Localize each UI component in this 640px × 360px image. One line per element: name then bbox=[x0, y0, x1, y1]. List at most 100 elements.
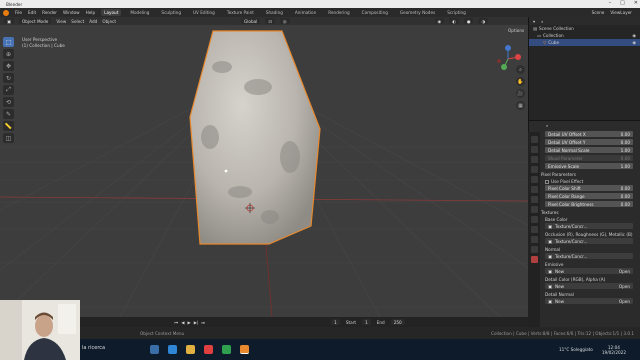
menu-select[interactable]: Select bbox=[71, 19, 84, 24]
outliner-filter-icon[interactable]: ▾ bbox=[533, 19, 535, 24]
emissive-texture[interactable]: ▣ New Open bbox=[545, 268, 633, 274]
transform-tool-icon[interactable]: ⟲ bbox=[3, 97, 14, 107]
tab-geometry-nodes[interactable]: Geometry Nodes bbox=[397, 9, 438, 16]
next-key-icon[interactable]: ▶| bbox=[194, 320, 199, 325]
visibility-eye-icon[interactable]: ◉ bbox=[632, 40, 636, 45]
store-icon[interactable] bbox=[222, 345, 231, 354]
normal-texture[interactable]: ▣ Texture/Concr... bbox=[545, 253, 633, 259]
tab-sculpting[interactable]: Sculpting bbox=[158, 9, 184, 16]
clock[interactable]: 12:04 19/02/2022 bbox=[602, 345, 626, 355]
pixel-color-range-field[interactable]: Pixel Color Range 0.00 bbox=[545, 193, 633, 199]
measure-tool-icon[interactable]: 📏 bbox=[3, 121, 14, 131]
detail-uv-offset-x-field[interactable]: Detail UV Offset X 0.00 bbox=[545, 131, 633, 137]
base-color-texture[interactable]: ▣ Texture/Concr... bbox=[545, 223, 633, 229]
menu-add[interactable]: Add bbox=[89, 19, 97, 24]
properties-search-input[interactable]: ⌕ bbox=[543, 122, 603, 129]
constraints-tab-icon[interactable] bbox=[530, 236, 538, 243]
outliner-collection[interactable]: ▭ Collection ◉ bbox=[529, 32, 640, 39]
use-pixel-effect-checkbox[interactable]: Use Pixel Effect bbox=[545, 178, 633, 185]
maximize-icon[interactable]: □ bbox=[620, 0, 625, 6]
menu-edit[interactable]: Edit bbox=[28, 10, 36, 15]
output-tab-icon[interactable] bbox=[530, 156, 538, 163]
tab-modeling[interactable]: Modeling bbox=[127, 9, 152, 16]
menu-window[interactable]: Window bbox=[63, 10, 80, 15]
scene-tab-icon[interactable] bbox=[530, 176, 538, 183]
snap-icon[interactable]: ⊡ bbox=[265, 18, 275, 24]
taskbar-search[interactable]: la ricerca bbox=[82, 345, 105, 351]
detail-normal-texture[interactable]: ▣ New Open bbox=[545, 298, 633, 304]
modifier-tab-icon[interactable] bbox=[530, 206, 538, 213]
proportional-edit-icon[interactable]: ◎ bbox=[279, 18, 290, 24]
tool-tab-icon[interactable] bbox=[530, 136, 538, 143]
jump-start-icon[interactable]: ⏮ bbox=[174, 320, 178, 325]
select-tool-icon[interactable]: ⬚ bbox=[3, 37, 14, 47]
detail-uv-offset-y-field[interactable]: Detail UV Offset Y 0.00 bbox=[545, 139, 633, 145]
overlays-icon[interactable]: ◐ bbox=[449, 18, 459, 24]
detail-normal-scale-field[interactable]: Detail Normal Scale 1.00 bbox=[545, 147, 633, 153]
data-tab-icon[interactable] bbox=[530, 246, 538, 253]
menu-object[interactable]: Object bbox=[102, 19, 116, 24]
3d-viewport[interactable]: ▣ Object Mode View Select Add Object Glo… bbox=[0, 17, 528, 317]
orm-texture[interactable]: ▣ Texture/Concr... bbox=[545, 238, 633, 244]
outliner-cube[interactable]: ▽ Cube ◉ bbox=[529, 39, 640, 46]
options-dropdown[interactable]: Options bbox=[508, 28, 524, 33]
material-tab-icon[interactable] bbox=[530, 256, 538, 263]
menu-render[interactable]: Render bbox=[42, 10, 57, 15]
play-icon[interactable]: ▶ bbox=[188, 320, 191, 325]
rotate-tool-icon[interactable]: ↻ bbox=[3, 73, 14, 83]
mode-selector[interactable]: Object Mode bbox=[18, 18, 52, 24]
task-view-icon[interactable] bbox=[150, 345, 159, 354]
menu-file[interactable]: File bbox=[15, 10, 22, 15]
tab-scripting[interactable]: Scripting bbox=[444, 9, 469, 16]
annotate-tool-icon[interactable]: ✎ bbox=[3, 109, 14, 119]
checkbox-icon[interactable] bbox=[545, 179, 549, 184]
detail-color-texture[interactable]: ▣ New Open bbox=[545, 283, 633, 289]
visibility-eye-icon[interactable]: ◉ bbox=[632, 33, 636, 38]
pixel-color-shift-field[interactable]: Pixel Color Shift 0.00 bbox=[545, 185, 633, 191]
chrome-icon[interactable] bbox=[204, 345, 213, 354]
emissive-scale-field[interactable]: Emissive Scale 1.00 bbox=[545, 163, 633, 169]
jump-end-icon[interactable]: ⏭ bbox=[201, 320, 205, 325]
open-button[interactable]: Open bbox=[619, 299, 630, 304]
object-tab-icon[interactable] bbox=[530, 196, 538, 203]
editor-type-icon[interactable]: ▣ bbox=[4, 18, 14, 24]
menu-help[interactable]: Help bbox=[86, 10, 96, 15]
prev-key-icon[interactable]: ◀ bbox=[181, 320, 184, 325]
current-frame-field[interactable]: 1 bbox=[331, 319, 340, 325]
blender-taskbar-icon[interactable] bbox=[240, 345, 249, 354]
open-button[interactable]: Open bbox=[619, 284, 630, 289]
scale-tool-icon[interactable]: ⤢ bbox=[3, 85, 14, 95]
camera-view-icon[interactable]: 🎥 bbox=[516, 89, 525, 98]
shading-solid-icon[interactable]: ● bbox=[463, 18, 474, 24]
tab-animation[interactable]: Animation bbox=[292, 9, 319, 16]
file-explorer-icon[interactable] bbox=[186, 345, 195, 354]
tab-texture-paint[interactable]: Texture Paint bbox=[224, 9, 257, 16]
start-frame-field[interactable]: 1 bbox=[362, 319, 371, 325]
open-button[interactable]: Open bbox=[619, 269, 630, 274]
tab-shading[interactable]: Shading bbox=[263, 9, 286, 16]
scene-selector[interactable]: Scene bbox=[592, 10, 605, 15]
wood-parameter-field[interactable]: Wood Parameter 0.00 bbox=[545, 155, 633, 161]
end-frame-field[interactable]: 250 bbox=[390, 319, 405, 325]
visibility-icon[interactable]: ◉ bbox=[434, 18, 445, 24]
perspective-toggle-icon[interactable]: ▦ bbox=[516, 101, 525, 110]
render-tab-icon[interactable] bbox=[530, 146, 538, 153]
minimize-icon[interactable]: – bbox=[609, 0, 612, 6]
tab-compositing[interactable]: Compositing bbox=[359, 9, 391, 16]
shading-material-icon[interactable]: ◑ bbox=[478, 18, 489, 24]
pixel-color-brightness-field[interactable]: Pixel Color Brightness 0.00 bbox=[545, 201, 633, 207]
add-cube-tool-icon[interactable]: ◫ bbox=[3, 133, 14, 143]
outliner-search-input[interactable]: ⌕ bbox=[538, 18, 599, 24]
zoom-icon[interactable]: ⌕ bbox=[516, 65, 525, 74]
view-layer-tab-icon[interactable] bbox=[530, 166, 538, 173]
move-tool-icon[interactable]: ✥ bbox=[3, 61, 14, 71]
view-layer-selector[interactable]: ViewLayer bbox=[610, 10, 632, 15]
weather-widget[interactable]: 11°C Soleggiato bbox=[559, 347, 593, 352]
physics-tab-icon[interactable] bbox=[530, 226, 538, 233]
blender-logo-icon[interactable] bbox=[3, 9, 9, 16]
particles-tab-icon[interactable] bbox=[530, 216, 538, 223]
orientation-selector[interactable]: Global bbox=[240, 18, 261, 24]
menu-view[interactable]: View bbox=[56, 19, 66, 24]
edge-icon[interactable] bbox=[168, 345, 177, 354]
pan-hand-icon[interactable]: ✋ bbox=[516, 77, 525, 86]
